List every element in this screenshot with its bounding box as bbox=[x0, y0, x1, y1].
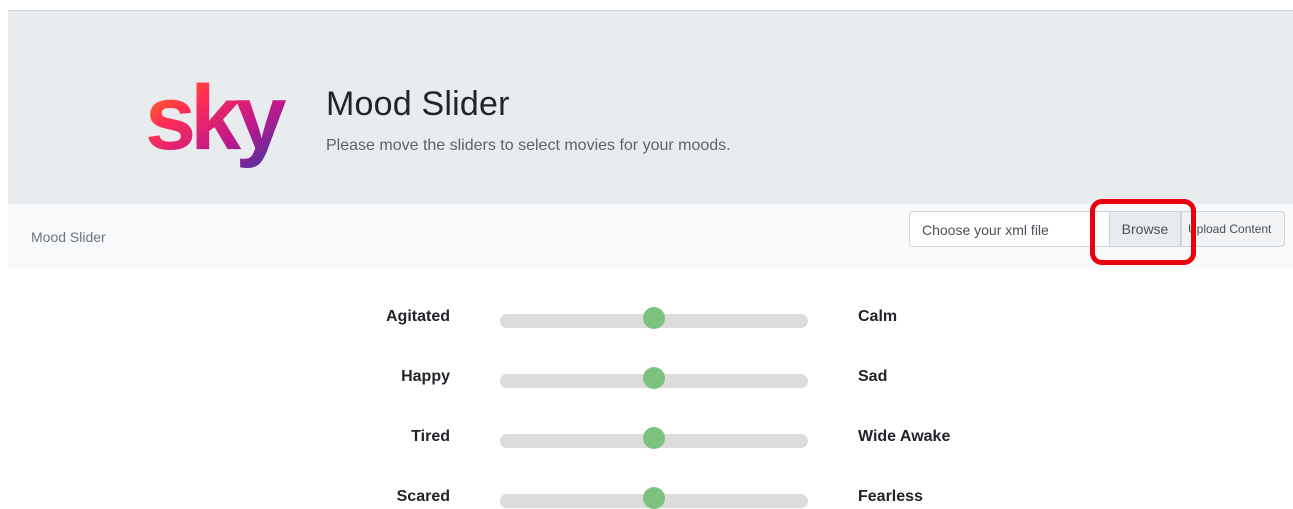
slider-left-label: Scared bbox=[396, 488, 450, 505]
slider-row: Happy Sad bbox=[0, 364, 1293, 394]
slider-thumb[interactable] bbox=[643, 427, 665, 449]
slider-left-label: Happy bbox=[401, 368, 450, 385]
slider-right-label: Calm bbox=[858, 308, 898, 325]
sky-logo: sky bbox=[145, 69, 292, 169]
page-title: Mood Slider bbox=[326, 85, 510, 123]
browse-highlight-annotation bbox=[1090, 199, 1196, 265]
slider-thumb[interactable] bbox=[643, 367, 665, 389]
svg-text:sky: sky bbox=[145, 69, 286, 169]
slider-thumb[interactable] bbox=[643, 487, 665, 509]
page-subtitle: Please move the sliders to select movies… bbox=[326, 137, 731, 154]
slider-right-label: Fearless bbox=[858, 488, 923, 505]
slider-left-label: Tired bbox=[411, 428, 450, 445]
slider-row: Agitated Calm bbox=[0, 304, 1293, 334]
upload-content-button[interactable]: Upload Content bbox=[1181, 211, 1285, 247]
slider-left-label: Agitated bbox=[386, 308, 450, 325]
header-banner: sky Mood Slider Please move the sliders … bbox=[8, 11, 1293, 204]
navbar-brand[interactable]: Mood Slider bbox=[31, 229, 106, 245]
slider-right-label: Sad bbox=[858, 368, 888, 385]
slider-right-label: Wide Awake bbox=[858, 428, 951, 445]
file-input-placeholder: Choose your xml file bbox=[922, 222, 1049, 238]
slider-row: Scared Fearless bbox=[0, 484, 1293, 509]
slider-thumb[interactable] bbox=[643, 307, 665, 329]
slider-row: Tired Wide Awake bbox=[0, 424, 1293, 454]
xml-file-input[interactable]: Choose your xml file bbox=[909, 211, 1109, 247]
